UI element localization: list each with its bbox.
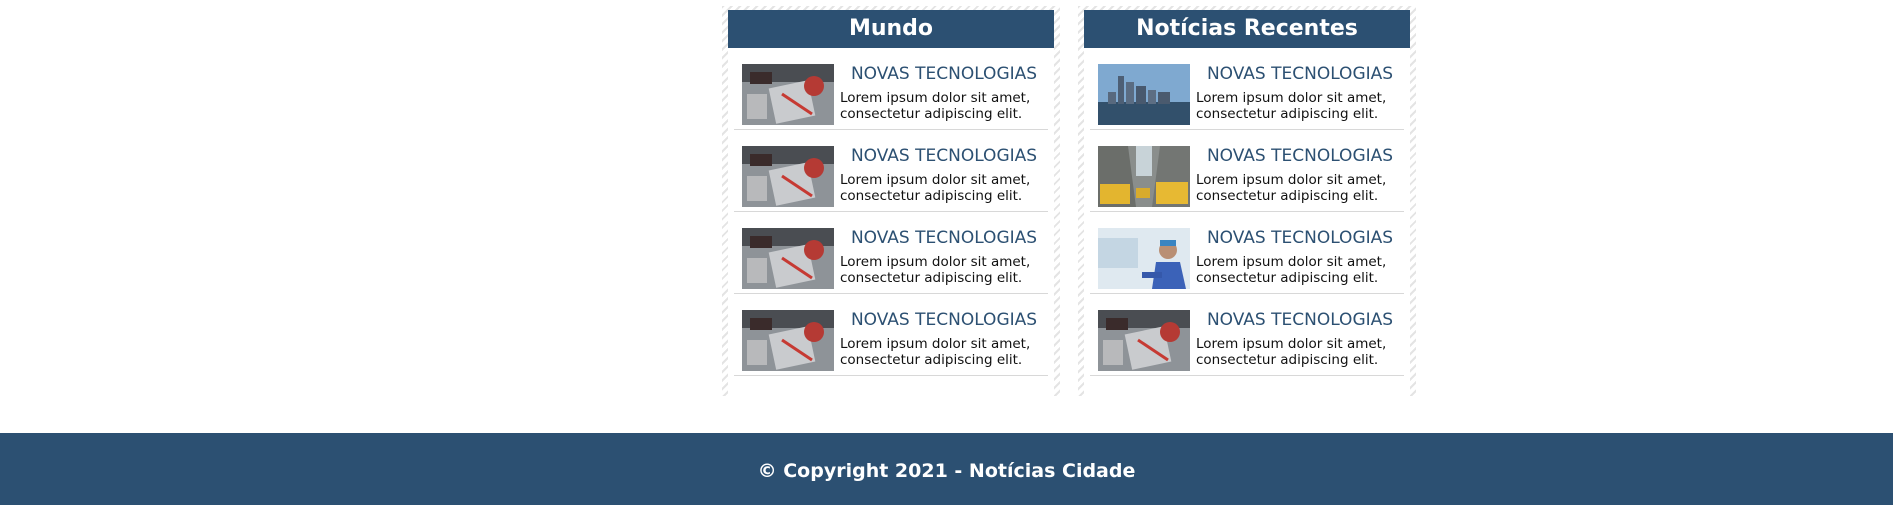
city-skyline-image[interactable] — [1098, 64, 1190, 125]
news-column-recent: Notícias Recentes NOVAS TECNOLOGIAS Lore… — [1078, 6, 1416, 396]
news-item-title[interactable]: NOVAS TECNOLOGIAS — [840, 228, 1048, 248]
news-item-text: Lorem ipsum dolor sit amet, consectetur … — [840, 336, 1031, 368]
news-column-body: Mundo NOVAS TECNOLOGIAS Lorem ipsum dolo… — [728, 10, 1054, 396]
news-item-text: Lorem ipsum dolor sit amet, consectetur … — [840, 254, 1031, 286]
news-item-text: Lorem ipsum dolor sit amet, consectetur … — [1196, 336, 1387, 368]
news-item[interactable]: NOVAS TECNOLOGIAS Lorem ipsum dolor sit … — [734, 212, 1048, 294]
desk-notebook-image[interactable] — [742, 228, 834, 289]
doctor-image[interactable] — [1098, 228, 1190, 289]
desk-notebook-image[interactable] — [742, 64, 834, 125]
news-item[interactable]: NOVAS TECNOLOGIAS Lorem ipsum dolor sit … — [1090, 130, 1404, 212]
news-item-title[interactable]: NOVAS TECNOLOGIAS — [1196, 146, 1404, 166]
news-item-title[interactable]: NOVAS TECNOLOGIAS — [1196, 310, 1404, 330]
news-item-text: Lorem ipsum dolor sit amet, consectetur … — [840, 172, 1031, 204]
news-item-title[interactable]: NOVAS TECNOLOGIAS — [1196, 64, 1404, 84]
city-taxi-street-image[interactable] — [1098, 146, 1190, 207]
column-title: Mundo — [728, 10, 1054, 48]
news-item-title[interactable]: NOVAS TECNOLOGIAS — [840, 146, 1048, 166]
desk-notebook-image[interactable] — [742, 146, 834, 207]
news-item[interactable]: NOVAS TECNOLOGIAS Lorem ipsum dolor sit … — [734, 130, 1048, 212]
news-item[interactable]: NOVAS TECNOLOGIAS Lorem ipsum dolor sit … — [1090, 212, 1404, 294]
desk-notebook-image[interactable] — [1098, 310, 1190, 371]
news-item-text: Lorem ipsum dolor sit amet, consectetur … — [1196, 254, 1387, 286]
news-item-text: Lorem ipsum dolor sit amet, consectetur … — [1196, 90, 1387, 122]
footer: © Copyright 2021 - Notícias Cidade — [0, 433, 1893, 505]
column-title: Notícias Recentes — [1084, 10, 1410, 48]
news-item-title[interactable]: NOVAS TECNOLOGIAS — [1196, 228, 1404, 248]
news-column-body: Notícias Recentes NOVAS TECNOLOGIAS Lore… — [1084, 10, 1410, 396]
news-item-text: Lorem ipsum dolor sit amet, consectetur … — [1196, 172, 1387, 204]
news-item-title[interactable]: NOVAS TECNOLOGIAS — [840, 64, 1048, 84]
news-item[interactable]: NOVAS TECNOLOGIAS Lorem ipsum dolor sit … — [734, 294, 1048, 376]
news-item-title[interactable]: NOVAS TECNOLOGIAS — [840, 310, 1048, 330]
news-item[interactable]: NOVAS TECNOLOGIAS Lorem ipsum dolor sit … — [1090, 48, 1404, 130]
footer-copyright: © Copyright 2021 - Notícias Cidade — [757, 460, 1136, 482]
news-item-text: Lorem ipsum dolor sit amet, consectetur … — [840, 90, 1031, 122]
news-item[interactable]: NOVAS TECNOLOGIAS Lorem ipsum dolor sit … — [1090, 294, 1404, 376]
desk-notebook-image[interactable] — [742, 310, 834, 371]
news-item[interactable]: NOVAS TECNOLOGIAS Lorem ipsum dolor sit … — [734, 48, 1048, 130]
news-column-mundo: Mundo NOVAS TECNOLOGIAS Lorem ipsum dolo… — [722, 6, 1060, 396]
